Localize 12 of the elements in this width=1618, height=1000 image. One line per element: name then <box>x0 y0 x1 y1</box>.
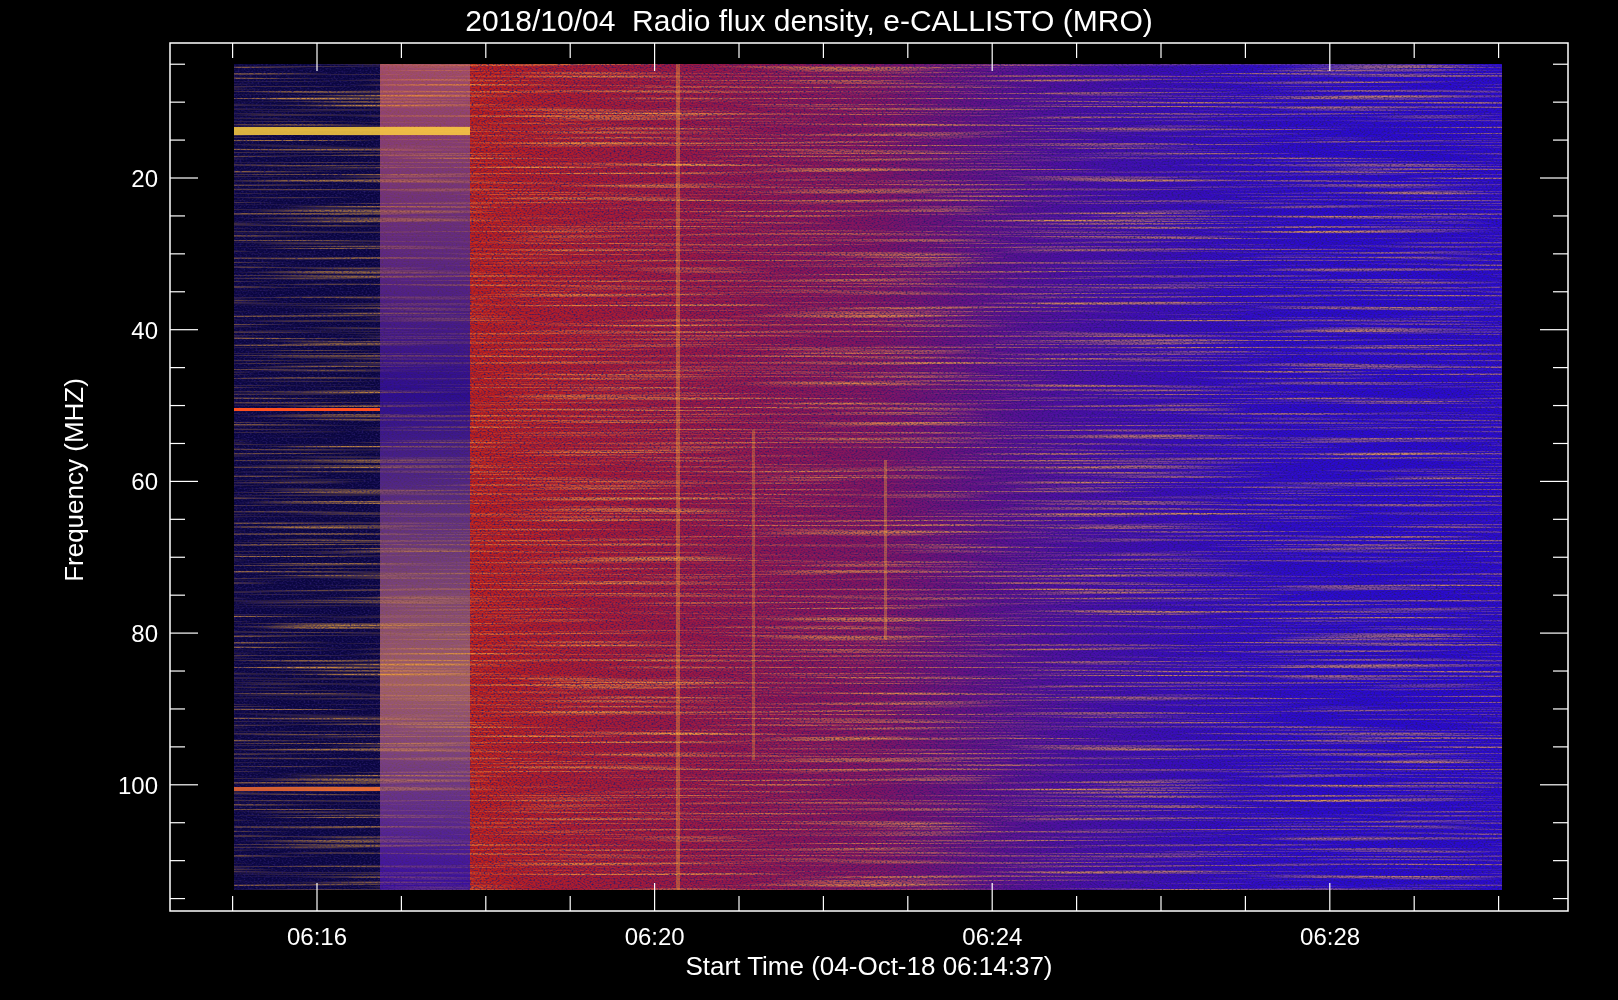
axis-tick-label: 100 <box>117 771 158 799</box>
y-axis-label: Frequency (MHZ) <box>59 378 89 582</box>
axis-tick-label: 40 <box>131 316 158 344</box>
axis-tick-label: 06:28 <box>1300 923 1361 950</box>
axis-tick-label: 06:24 <box>962 923 1023 950</box>
axis-tick-label: 60 <box>131 468 158 496</box>
axis-tick-label: 20 <box>131 165 158 192</box>
axis-tick-label: 80 <box>131 620 158 648</box>
x-axis-label: Start Time (04-Oct-18 06:14:37) <box>685 951 1053 981</box>
chart-title: 2018/10/04 Radio flux density, e-CALLISTO (MRO) <box>465 4 1153 37</box>
axis-tick-label: 06:16 <box>286 923 348 950</box>
axis-tick-label: 06:20 <box>624 923 685 950</box>
